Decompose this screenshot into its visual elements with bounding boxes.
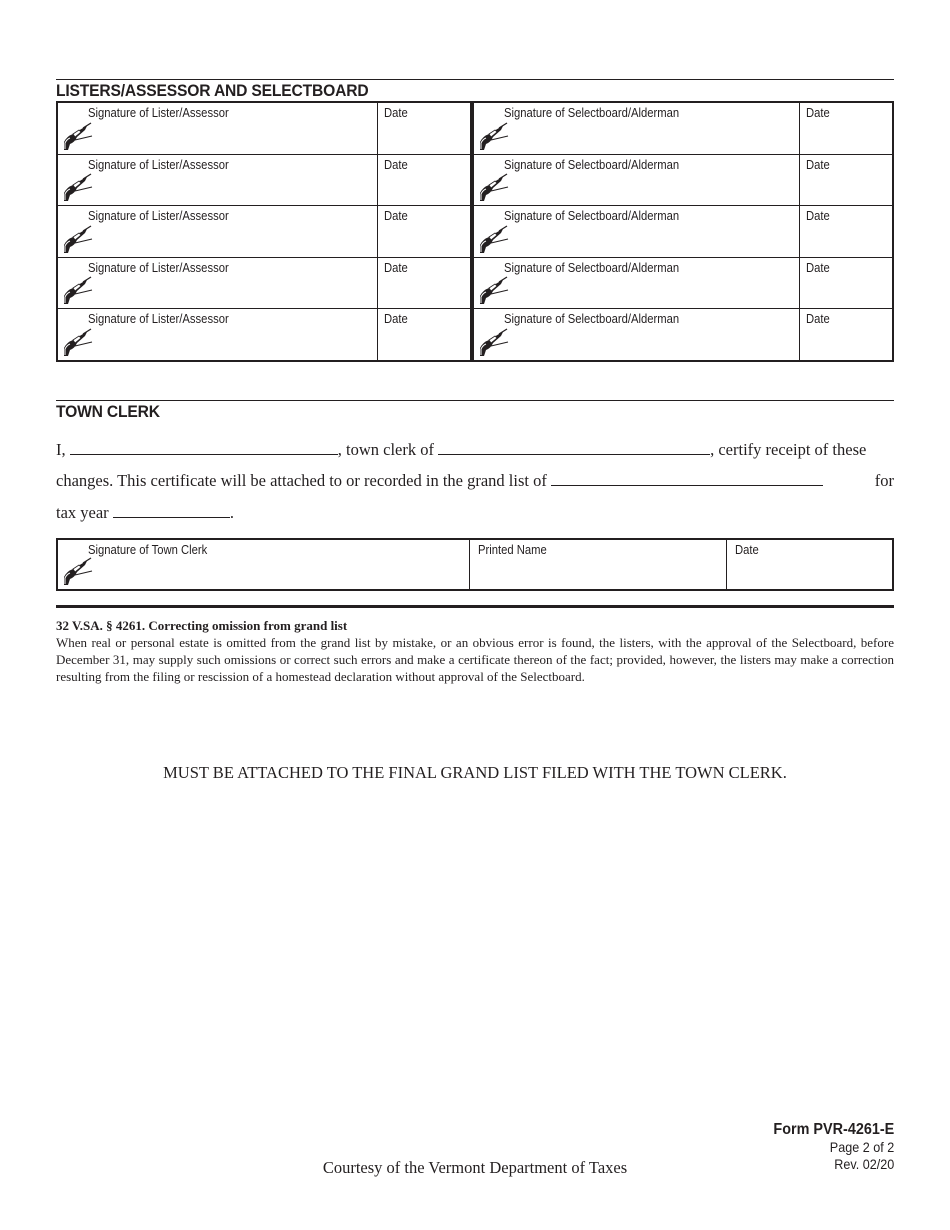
selectboard-signature-field[interactable]: Signature of Selectboard/Alderman [474, 103, 800, 154]
statement-text: tax year [56, 503, 109, 522]
statement-text: for [874, 471, 894, 490]
selectboard-signature-field[interactable]: Signature of Selectboard/Alderman [474, 257, 800, 309]
statement-text: I, [56, 440, 66, 459]
selectboard-date-field[interactable]: Date [800, 258, 892, 309]
lister-signature-field[interactable]: Signature of Lister/Assessor [58, 309, 378, 360]
selectboard-row: Signature of Selectboard/Alderman Date [474, 103, 892, 155]
selectboard-signature-field[interactable]: Signature of Selectboard/Alderman [474, 206, 800, 257]
pen-hand-icon [480, 122, 509, 150]
town-clerk-signature-field[interactable]: Signature of Town Clerk [58, 540, 470, 589]
pen-hand-icon [480, 225, 509, 253]
statement-text: , town clerk of [337, 440, 434, 459]
clerk-statement-line-3: tax year . [56, 503, 894, 523]
field-label: Printed Name [478, 543, 547, 557]
page-number: Page 2 of 2 [829, 1139, 894, 1155]
section-title-listers: LISTERS/ASSESSOR AND SELECTBOARD [56, 81, 369, 100]
pen-hand-icon [64, 225, 93, 253]
field-label: Date [384, 157, 408, 172]
clerk-statement-line-2: changes. This certificate will be attach… [56, 471, 894, 491]
field-label: Signature of Lister/Assessor [88, 209, 229, 224]
lister-row: Signature of Lister/Assessor Date [58, 309, 470, 360]
field-label: Signature of Lister/Assessor [88, 260, 229, 275]
lister-date-field[interactable]: Date [378, 103, 470, 154]
lister-row: Signature of Lister/Assessor Date [58, 257, 470, 310]
field-label: Date [806, 106, 830, 120]
selectboard-row: Signature of Selectboard/Alderman Date [474, 154, 892, 207]
field-label: Signature of Lister/Assessor [88, 312, 229, 327]
selectboard-row: Signature of Selectboard/Alderman Date [474, 309, 892, 360]
field-label: Signature of Selectboard/Alderman [504, 312, 680, 327]
field-label: Date [384, 106, 408, 120]
lister-signature-field[interactable]: Signature of Lister/Assessor [58, 206, 378, 257]
field-label: Signature of Selectboard/Alderman [504, 157, 680, 172]
field-label: Signature of Selectboard/Alderman [504, 106, 680, 120]
town-clerk-signature-box: Signature of Town Clerk Printed Name Dat… [56, 538, 894, 591]
selectboard-signature-field[interactable]: Signature of Selectboard/Alderman [474, 154, 800, 206]
selectboard-date-field[interactable]: Date [800, 155, 892, 206]
signature-grid: Signature of Lister/Assessor Date Signatu… [56, 101, 894, 362]
clerk-date-field[interactable]: Date [727, 540, 892, 589]
lister-signature-field[interactable]: Signature of Lister/Assessor [58, 154, 378, 206]
statement-text: , certify receipt of these [710, 440, 867, 459]
section-divider [56, 79, 894, 80]
lister-row: Signature of Lister/Assessor Date [58, 206, 470, 258]
form-number: Form PVR-4261-E [773, 1121, 894, 1138]
selectboard-column: Signature of Selectboard/Alderman Date Si… [474, 103, 892, 360]
field-label: Signature of Lister/Assessor [88, 157, 229, 172]
lister-date-field[interactable]: Date [378, 258, 470, 309]
lister-column: Signature of Lister/Assessor Date Signatu… [58, 103, 474, 360]
field-label: Signature of Selectboard/Alderman [504, 209, 680, 224]
field-label: Signature of Selectboard/Alderman [504, 260, 680, 275]
pen-hand-icon [64, 276, 93, 305]
pen-hand-icon [480, 173, 509, 202]
statute-title: 32 V.SA. § 4261. Correcting omission fro… [56, 618, 348, 633]
field-label: Date [384, 312, 408, 327]
statute-divider [56, 605, 894, 608]
statement-text: changes. This certificate will be attach… [56, 471, 547, 490]
pen-hand-icon [64, 122, 93, 150]
lister-date-field[interactable]: Date [378, 309, 470, 360]
statement-text: . [229, 503, 234, 522]
lister-date-field[interactable]: Date [378, 155, 470, 206]
field-label: Date [806, 157, 830, 172]
selectboard-row: Signature of Selectboard/Alderman Date [474, 206, 892, 258]
statute-body: When real or personal estate is omitted … [56, 635, 894, 684]
section-title-town-clerk: TOWN CLERK [56, 402, 160, 421]
clerk-statement-line-1: I, , town clerk of , certify receipt of … [56, 440, 894, 460]
selectboard-date-field[interactable]: Date [800, 103, 892, 154]
selectboard-date-field[interactable]: Date [800, 206, 892, 257]
field-label: Signature of Town Clerk [88, 543, 208, 557]
field-label: Date [384, 260, 408, 275]
field-label: Date [806, 260, 830, 275]
field-label: Date [735, 543, 759, 557]
field-label: Date [806, 209, 830, 224]
field-label: Signature of Lister/Assessor [88, 106, 229, 120]
selectboard-date-field[interactable]: Date [800, 309, 892, 360]
tax-year-field[interactable] [112, 516, 230, 518]
lister-date-field[interactable]: Date [378, 206, 470, 257]
lister-signature-field[interactable]: Signature of Lister/Assessor [58, 103, 378, 154]
pen-hand-icon [64, 173, 93, 202]
clerk-name-field[interactable] [69, 453, 338, 455]
pen-hand-icon [480, 328, 509, 356]
field-label: Date [384, 209, 408, 224]
attach-note: MUST BE ATTACHED TO THE FINAL GRAND LIST… [163, 763, 787, 782]
town-field[interactable] [438, 453, 711, 455]
section-divider [56, 400, 894, 401]
field-label: Date [806, 312, 830, 327]
lister-signature-field[interactable]: Signature of Lister/Assessor [58, 257, 378, 309]
pen-hand-icon [64, 557, 93, 585]
courtesy-footer: Courtesy of the Vermont Department of Ta… [322, 1158, 628, 1177]
selectboard-row: Signature of Selectboard/Alderman Date [474, 257, 892, 310]
pen-hand-icon [480, 276, 509, 305]
lister-row: Signature of Lister/Assessor Date [58, 154, 470, 207]
grand-list-field[interactable] [550, 484, 823, 486]
selectboard-signature-field[interactable]: Signature of Selectboard/Alderman [474, 309, 800, 360]
printed-name-field[interactable]: Printed Name [470, 540, 727, 589]
pen-hand-icon [64, 328, 93, 356]
lister-row: Signature of Lister/Assessor Date [58, 103, 470, 155]
